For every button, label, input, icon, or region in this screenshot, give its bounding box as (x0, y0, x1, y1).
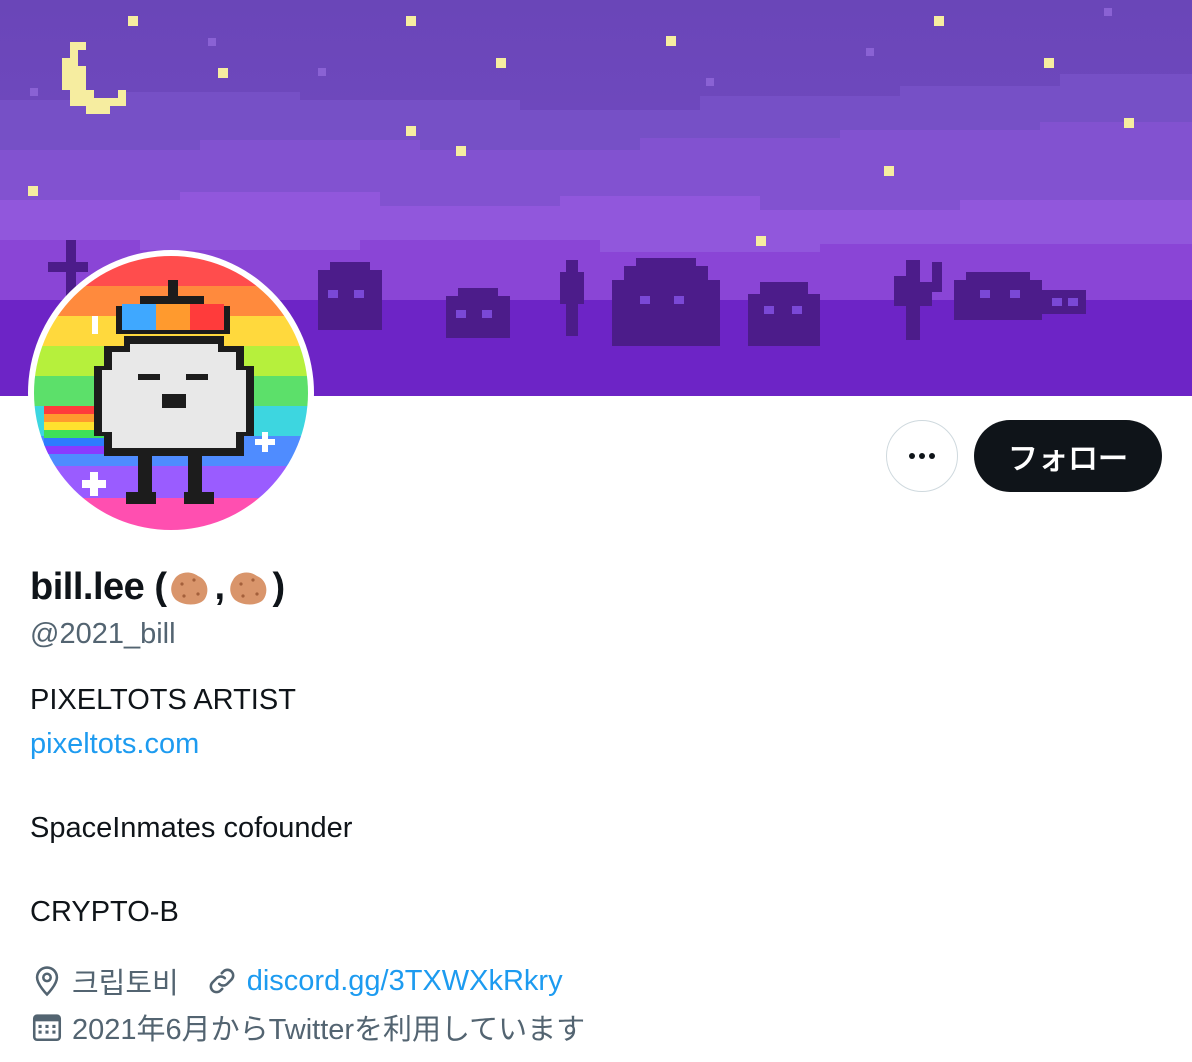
display-name-close: ) (272, 566, 286, 608)
potato-emoji-icon (229, 572, 266, 604)
link-icon (209, 968, 235, 994)
display-name-text: bill.lee ( (30, 566, 167, 608)
profile-handle: @2021_bill (30, 618, 176, 650)
profile-meta-row: 크립토비 discord.gg/3TXWXkRkry (30, 960, 563, 1002)
display-name: bill.lee ( , ) (30, 566, 285, 609)
bio-line-cofounder: SpaceInmates cofounder (30, 812, 353, 844)
more-button[interactable] (886, 420, 958, 492)
bio-line-crypto: CRYPTO-B (30, 896, 179, 928)
bio-link[interactable]: pixeltots.com (30, 728, 199, 761)
avatar-image (34, 256, 308, 530)
bio-line-artist: PIXELTOTS ARTIST (30, 684, 296, 716)
website-link[interactable]: discord.gg/3TXWXkRkry (247, 965, 563, 998)
more-icon (909, 453, 935, 459)
avatar-art (34, 256, 308, 530)
display-name-separator: , (214, 566, 225, 608)
calendar-icon (32, 1014, 62, 1042)
location-text: 크립토비 (72, 968, 179, 1000)
joined-row: 2021年6月からTwitterを利用しています (30, 1006, 585, 1048)
profile-avatar[interactable] (28, 250, 314, 536)
follow-button[interactable]: フォロー (974, 420, 1162, 492)
potato-emoji-icon (171, 572, 208, 604)
joined-text: 2021年6月からTwitterを利用しています (72, 1014, 586, 1046)
profile-page: フォロー bill.lee ( , ) @2021_bill PIXELTOTS… (0, 0, 1192, 1062)
location-icon (35, 966, 59, 997)
